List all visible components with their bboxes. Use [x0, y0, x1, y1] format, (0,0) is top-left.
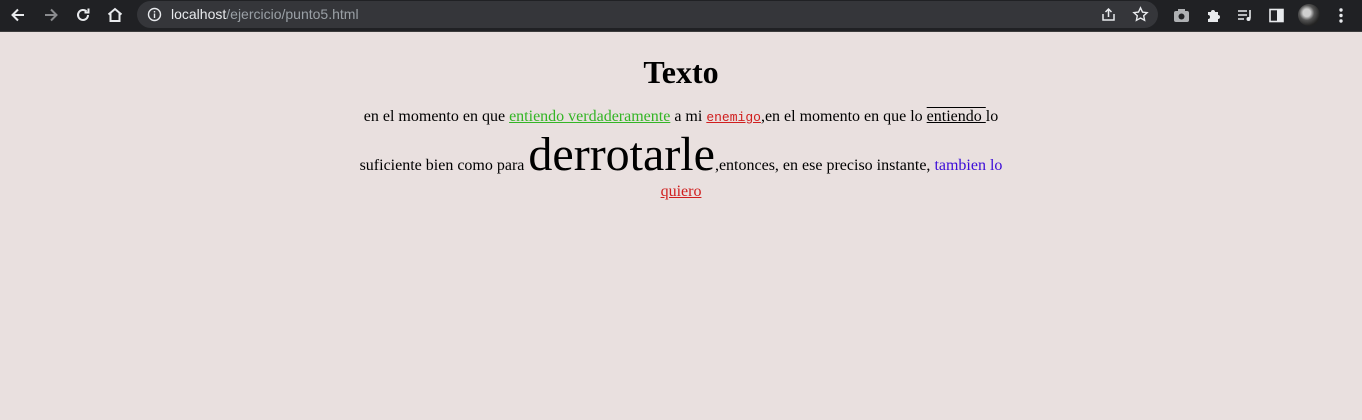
text-segment-5: ,en el momento en que lo: [760, 108, 927, 125]
profile-avatar[interactable]: [1298, 4, 1320, 26]
camera-icon: [1173, 8, 1189, 22]
text-segment-3: a mi: [670, 108, 707, 125]
text-segment-9: ,entonces, en ese preciso instante,: [714, 157, 935, 174]
url-host: localhost: [171, 6, 227, 22]
text-segment-1: en el momento en que: [363, 108, 510, 125]
site-info-icon[interactable]: [147, 7, 162, 22]
address-bar[interactable]: localhost/ejercicio/punto5.html: [137, 1, 1158, 28]
blue-text: tambien lo: [934, 157, 1003, 174]
back-arrow-icon: [11, 8, 24, 22]
playlist-icon: [1237, 9, 1251, 21]
red-underlined-text: quiero: [660, 183, 702, 200]
green-underlined-text: entiendo verdaderamente: [509, 108, 671, 125]
puzzle-icon: [1207, 9, 1220, 22]
media-controls-button[interactable]: [1230, 1, 1258, 29]
large-text-derrotarle: derrotarle: [528, 128, 715, 181]
code-text-enemigo: enemigo: [706, 110, 761, 125]
share-icon[interactable]: [1100, 6, 1117, 23]
kebab-menu-icon: [1339, 7, 1343, 23]
extensions-button[interactable]: [1199, 1, 1227, 29]
paragraph: en el momento en que entiendo verdaderam…: [351, 104, 1011, 205]
side-panel-button[interactable]: [1262, 1, 1290, 29]
reload-button[interactable]: [69, 1, 97, 29]
home-icon: [107, 7, 123, 22]
forward-arrow-icon: [45, 8, 58, 22]
browser-toolbar: localhost/ejercicio/punto5.html: [0, 0, 1362, 32]
url-path: /ejercicio/punto5.html: [226, 6, 359, 22]
bookmark-star-icon[interactable]: [1132, 6, 1149, 23]
browser-menu-button[interactable]: [1327, 1, 1355, 29]
overlined-text: entiendo: [926, 108, 986, 125]
page-title: Texto: [643, 54, 719, 90]
url-text[interactable]: localhost/ejercicio/punto5.html: [171, 6, 359, 22]
side-panel-icon: [1268, 8, 1284, 22]
forward-button[interactable]: [37, 1, 65, 29]
page-content: Texto en el momento en que entiendo verd…: [0, 32, 1362, 205]
screenshot-extension-button[interactable]: [1167, 1, 1195, 29]
home-button[interactable]: [101, 1, 129, 29]
reload-icon: [77, 8, 90, 21]
back-button[interactable]: [4, 1, 32, 29]
